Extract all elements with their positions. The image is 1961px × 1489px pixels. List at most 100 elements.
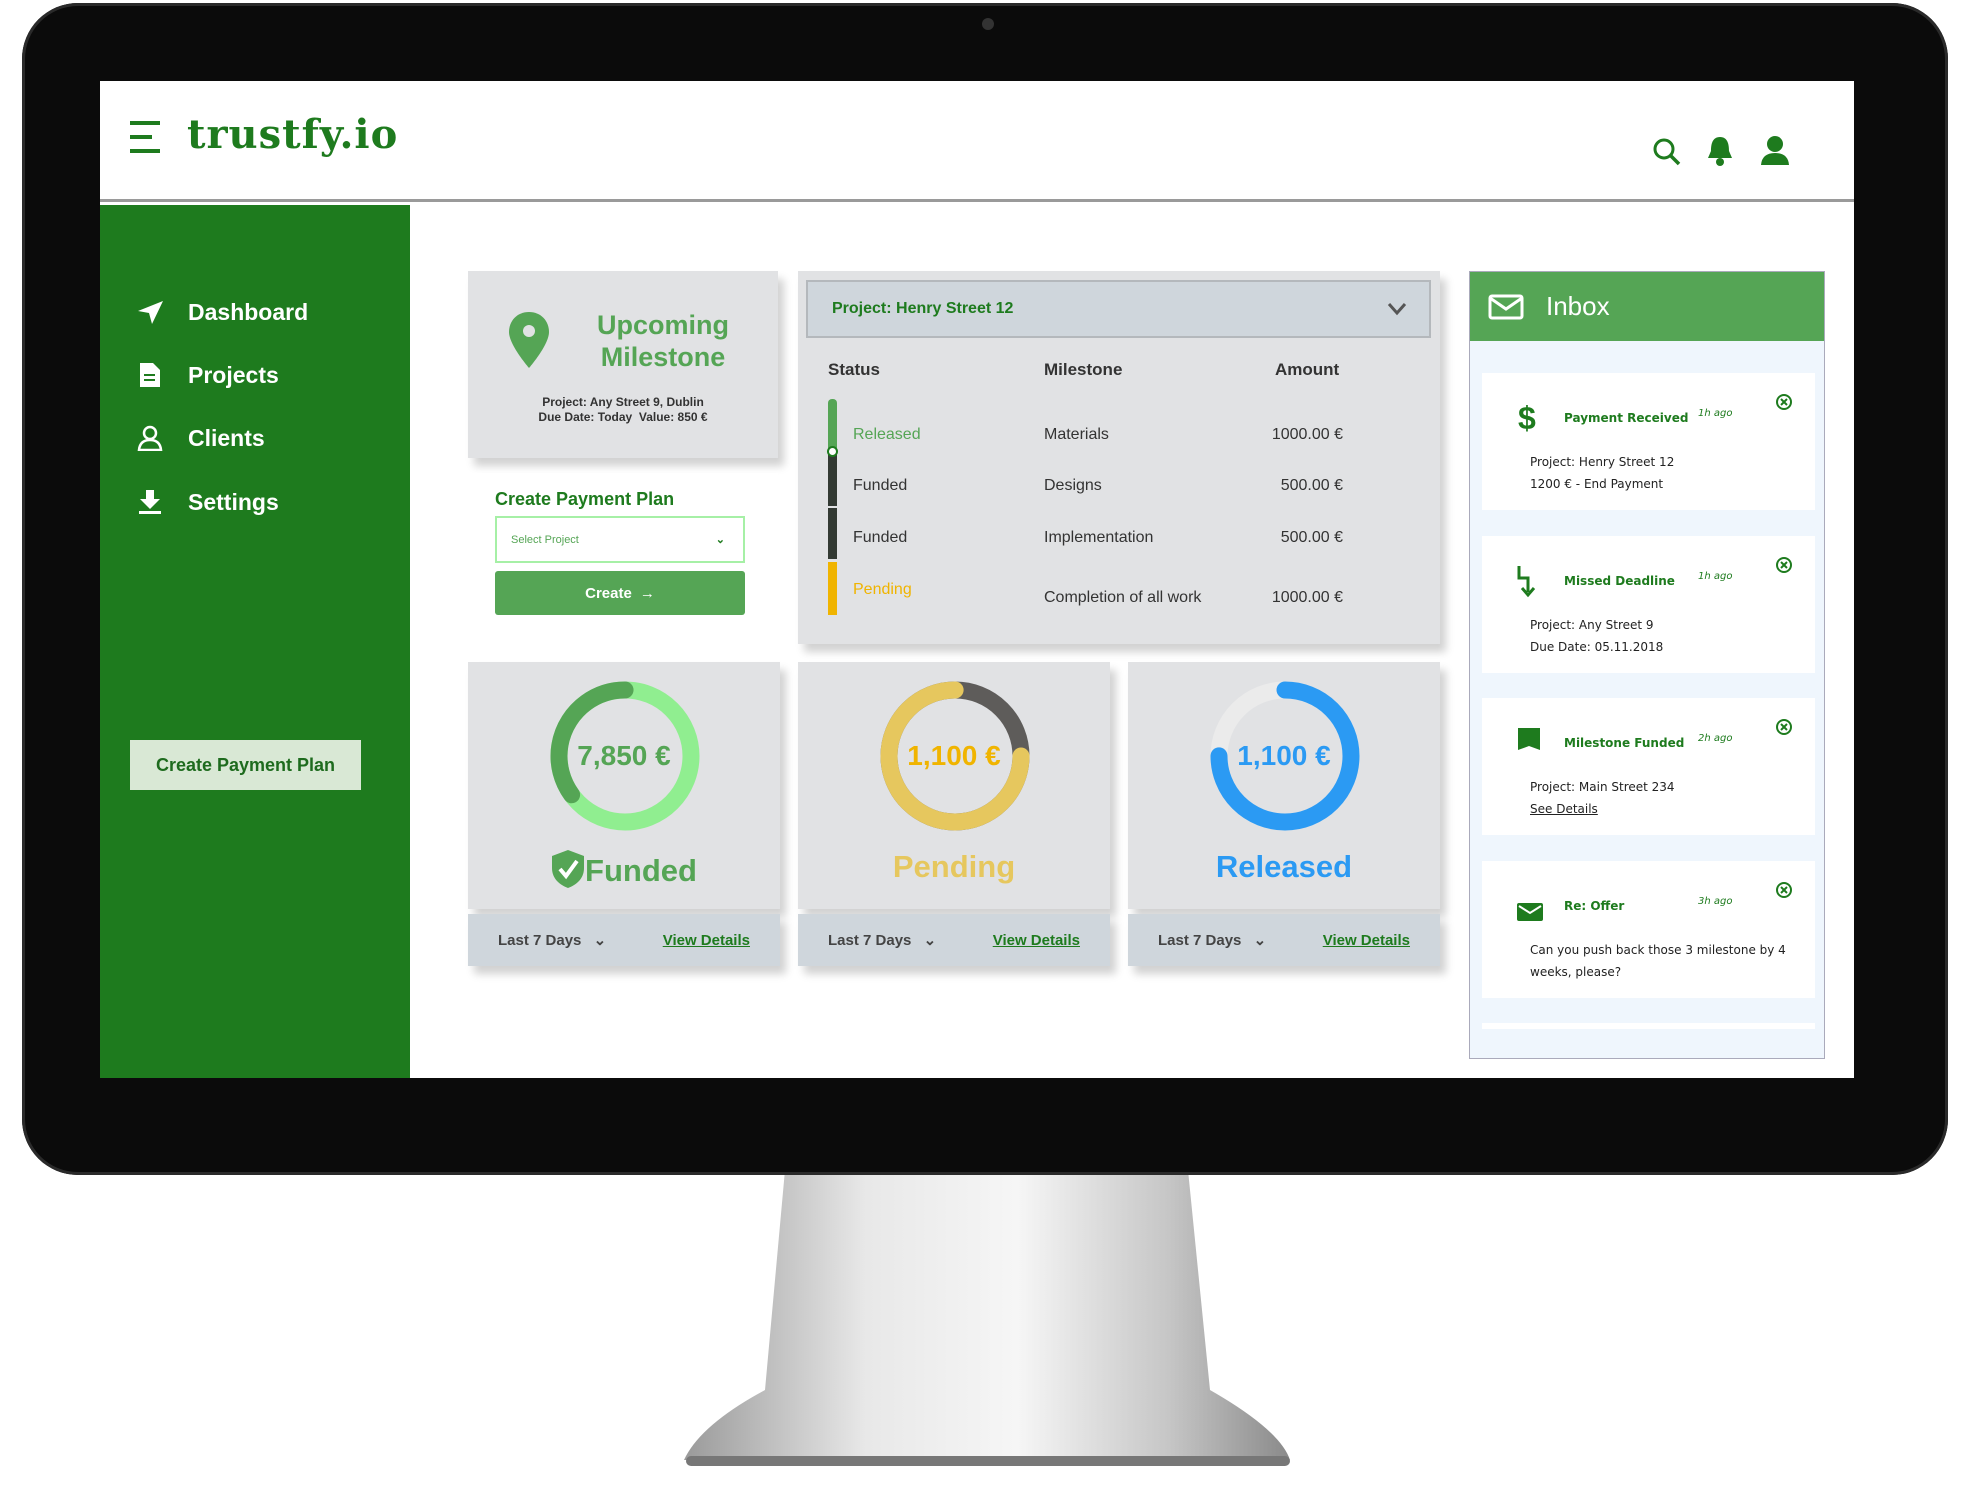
search-icon[interactable] bbox=[1652, 137, 1682, 167]
chevron-down-icon: ⌄ bbox=[593, 932, 607, 949]
message-title: Missed Deadline bbox=[1564, 574, 1675, 588]
close-circle-icon[interactable] bbox=[1775, 556, 1793, 574]
message-line: Due Date: 05.11.2018 bbox=[1530, 640, 1664, 654]
upcoming-title: Upcoming Milestone bbox=[568, 309, 758, 373]
period-label: Last 7 Days bbox=[828, 932, 912, 949]
close-circle-icon[interactable] bbox=[1775, 718, 1793, 736]
chevron-down-icon bbox=[1387, 303, 1407, 316]
select-placeholder: Select Project bbox=[511, 533, 579, 546]
stat-label-row: Funded bbox=[468, 849, 780, 889]
row-status: Released bbox=[853, 426, 921, 443]
sidebar-item-projects[interactable]: Projects bbox=[130, 353, 390, 397]
inbox-panel: Inbox $ Payment Received 1h ago Project:… bbox=[1469, 271, 1825, 1059]
stat-label: Released bbox=[1215, 849, 1353, 884]
stat-card-released: 1,100 € Released bbox=[1128, 662, 1440, 909]
stat-label: Pending bbox=[892, 849, 1016, 884]
logo[interactable]: trustfy.io bbox=[187, 111, 398, 158]
sidebar-item-settings[interactable]: Settings bbox=[130, 480, 390, 524]
row-status: Pending bbox=[853, 581, 912, 598]
project-select[interactable]: Select Project ⌄ bbox=[495, 516, 745, 563]
project-milestones-card: Project: Henry Street 12 Status Mileston… bbox=[798, 271, 1440, 644]
create-payment-plan-button[interactable]: Create Payment Plan bbox=[130, 740, 361, 790]
document-icon bbox=[130, 362, 170, 388]
message-title: Re: Offer bbox=[1564, 899, 1625, 913]
create-label: Create bbox=[585, 584, 632, 602]
divider bbox=[828, 506, 837, 508]
period-select[interactable]: Last 7 Days ⌄ bbox=[498, 931, 606, 949]
list-item-partial bbox=[1482, 1023, 1815, 1029]
download-icon bbox=[130, 489, 170, 515]
chevron-down-icon: ⌄ bbox=[715, 534, 725, 546]
hamburger-menu-icon[interactable] bbox=[130, 121, 162, 155]
create-plan-card: Create Payment Plan Select Project ⌄ Cre… bbox=[468, 473, 778, 631]
stat-label-row: Pending bbox=[798, 849, 1110, 885]
stat-card-funded: 7,850 € Funded bbox=[468, 662, 780, 909]
title-line: Milestone bbox=[600, 342, 726, 372]
user-icon[interactable] bbox=[1760, 135, 1790, 167]
screen: trustfy.io Dashboard Projects Clients Se… bbox=[100, 81, 1854, 1078]
shield-check-icon bbox=[552, 850, 585, 888]
period-label: Last 7 Days bbox=[1158, 932, 1242, 949]
row-amount: 1000.00 € bbox=[1271, 589, 1343, 606]
create-plan-title: Create Payment Plan bbox=[495, 489, 675, 509]
inbox-title: Inbox bbox=[1546, 291, 1610, 321]
svg-text:$: $ bbox=[1518, 401, 1536, 433]
row-milestone: Designs bbox=[1044, 477, 1102, 494]
stat-label: Funded bbox=[585, 853, 697, 888]
inbox-message[interactable]: Milestone Funded 2h ago Project: Main St… bbox=[1482, 698, 1815, 835]
upcoming-milestone-card: Upcoming Milestone Project: Any Street 9,… bbox=[468, 271, 778, 458]
stat-card-pending: 1,100 € Pending bbox=[798, 662, 1110, 909]
location-pin-icon bbox=[509, 312, 549, 368]
view-details-link[interactable]: View Details bbox=[1323, 932, 1410, 949]
close-circle-icon[interactable] bbox=[1775, 393, 1793, 411]
stat-footer: Last 7 Days ⌄ View Details bbox=[1128, 914, 1440, 966]
bookmark-icon bbox=[1518, 728, 1540, 750]
see-details-link[interactable]: See Details bbox=[1530, 798, 1790, 820]
row-amount: 500.00 € bbox=[1280, 477, 1343, 494]
stat-footer: Last 7 Days ⌄ View Details bbox=[468, 914, 780, 966]
top-header: trustfy.io bbox=[100, 81, 1854, 202]
selected-project: Project: Henry Street 12 bbox=[832, 300, 1014, 317]
inbox-message[interactable]: $ Payment Received 1h ago Project: Henry… bbox=[1482, 373, 1815, 510]
sidebar-item-clients[interactable]: Clients bbox=[130, 416, 390, 460]
arrow-right-icon: → bbox=[639, 584, 655, 602]
inbox-message[interactable]: Missed Deadline 1h ago Project: Any Stre… bbox=[1482, 536, 1815, 673]
monitor-stand bbox=[684, 1170, 1290, 1466]
sidebar-item-dashboard[interactable]: Dashboard bbox=[130, 290, 390, 334]
stat-label-row: Released bbox=[1128, 849, 1440, 885]
row-milestone: Implementation bbox=[1044, 529, 1154, 546]
status-bar-pending bbox=[828, 562, 837, 615]
camera bbox=[982, 18, 994, 30]
message-title: Milestone Funded bbox=[1564, 736, 1685, 750]
upcoming-due: Due Date: Today Value: 850 € bbox=[538, 410, 708, 424]
period-label: Last 7 Days bbox=[498, 932, 582, 949]
row-status: Funded bbox=[853, 477, 908, 494]
sidebar: Dashboard Projects Clients Settings Crea… bbox=[100, 205, 410, 1078]
inbox-message[interactable]: Re: Offer 3h ago Can you push back those… bbox=[1482, 861, 1815, 998]
stat-value: 1,100 € bbox=[1237, 740, 1331, 771]
view-details-link[interactable]: View Details bbox=[663, 932, 750, 949]
message-line: Can you push back those 3 milestone by 4… bbox=[1530, 943, 1786, 979]
chevron-down-icon: ⌄ bbox=[923, 932, 937, 949]
chevron-down-icon: ⌄ bbox=[1253, 932, 1267, 949]
user-icon bbox=[130, 425, 170, 451]
message-time: 1h ago bbox=[1698, 408, 1733, 419]
envelope-icon bbox=[1488, 294, 1524, 319]
view-details-link[interactable]: View Details bbox=[993, 932, 1080, 949]
sidebar-item-label: Dashboard bbox=[188, 298, 309, 325]
stat-value: 7,850 € bbox=[577, 740, 671, 771]
message-line: Project: Main Street 234 bbox=[1530, 780, 1675, 794]
message-time: 1h ago bbox=[1698, 571, 1733, 582]
upcoming-project: Project: Any Street 9, Dublin bbox=[542, 395, 704, 409]
period-select[interactable]: Last 7 Days ⌄ bbox=[1158, 931, 1266, 949]
progress-marker bbox=[827, 446, 838, 457]
close-circle-icon[interactable] bbox=[1775, 881, 1793, 899]
period-select[interactable]: Last 7 Days ⌄ bbox=[828, 931, 936, 949]
row-milestone: Materials bbox=[1044, 426, 1109, 443]
status-bar-funded bbox=[828, 451, 837, 559]
message-title: Payment Received bbox=[1564, 411, 1689, 425]
message-time: 2h ago bbox=[1698, 733, 1733, 744]
bell-icon[interactable] bbox=[1706, 135, 1734, 167]
project-dropdown[interactable]: Project: Henry Street 12 bbox=[806, 280, 1431, 338]
create-button[interactable]: Create → bbox=[495, 571, 745, 615]
